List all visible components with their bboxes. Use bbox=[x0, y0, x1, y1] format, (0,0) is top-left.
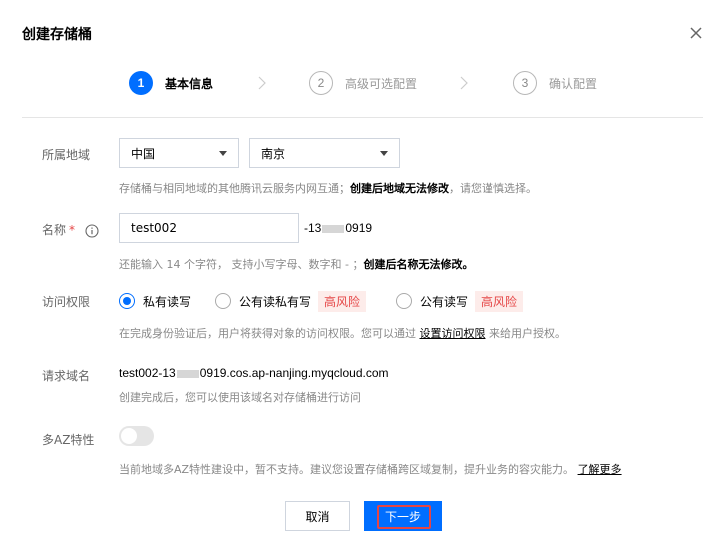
name-hint: 还能输入 14 个字符， 支持小写字母、数字和 - ；创建后名称无法修改。 bbox=[119, 256, 473, 272]
step-label: 基本信息 bbox=[165, 76, 214, 91]
close-icon[interactable] bbox=[687, 24, 705, 42]
step-1: 1 基本信息 bbox=[129, 70, 213, 96]
redaction-mask bbox=[322, 224, 345, 233]
radio-private-label: 私有读写 bbox=[143, 294, 192, 309]
chevron-right-icon bbox=[460, 76, 468, 90]
learn-more-link[interactable]: 了解更多 bbox=[578, 463, 622, 476]
chevron-right-icon bbox=[258, 76, 266, 90]
suffix-prefix: -13 bbox=[304, 221, 322, 235]
name-label-text: 名称 bbox=[42, 223, 67, 237]
access-hint-suffix: 来给用户授权。 bbox=[489, 327, 566, 340]
radio-public-read-label: 公有读私有写 bbox=[239, 294, 312, 309]
region-hint-bold: 创建后地域无法修改 bbox=[350, 182, 449, 195]
region-hint-suffix: ，请您谨慎选择。 bbox=[449, 182, 537, 195]
info-icon[interactable] bbox=[85, 223, 99, 238]
risk-badge: 高风险 bbox=[475, 290, 524, 312]
toggle-knob bbox=[121, 428, 137, 444]
risk-badge: 高风险 bbox=[318, 290, 367, 312]
redaction-mask bbox=[176, 369, 199, 378]
multi-az-toggle[interactable] bbox=[119, 426, 154, 446]
access-option-public-read[interactable]: 公有读私有写 高风险 bbox=[215, 290, 367, 312]
step-label: 高级可选配置 bbox=[345, 76, 418, 91]
next-step-button[interactable]: 下一步 bbox=[364, 501, 442, 531]
suffix-end: 0919 bbox=[345, 221, 373, 235]
radio-public-read-write-label: 公有读写 bbox=[420, 294, 469, 309]
step-number: 2 bbox=[309, 71, 333, 95]
name-hint-bold: 创建后名称无法修改。 bbox=[363, 258, 474, 271]
multi-az-label: 多AZ特性 bbox=[42, 433, 95, 447]
country-select[interactable]: 中国 bbox=[119, 138, 239, 168]
bucket-name-input[interactable]: test002 bbox=[119, 213, 299, 243]
caret-down-icon bbox=[219, 151, 227, 156]
radio-private[interactable] bbox=[119, 293, 135, 309]
step-number: 1 bbox=[129, 71, 153, 95]
domain-prefix: test002-13 bbox=[119, 366, 176, 380]
caret-down-icon bbox=[380, 151, 388, 156]
name-label: 名称 * bbox=[42, 221, 99, 238]
city-select[interactable]: 南京 bbox=[249, 138, 400, 168]
multi-az-hint-text: 当前地域多AZ特性建设中，暂不支持。建议您设置存储桶跨区域复制，提升业务的容灾能… bbox=[119, 463, 575, 476]
region-hint-text: 存储桶与相同地域的其他腾讯云服务内网互通； bbox=[119, 182, 350, 195]
step-indicator: 1 基本信息 2 高级可选配置 3 确认配置 bbox=[0, 70, 725, 96]
city-value: 南京 bbox=[261, 146, 286, 161]
required-mark: * bbox=[69, 223, 76, 237]
access-label: 访问权限 bbox=[42, 295, 91, 309]
step-number: 3 bbox=[513, 71, 537, 95]
region-label: 所属地域 bbox=[42, 148, 91, 162]
region-hint: 存储桶与相同地域的其他腾讯云服务内网互通；创建后地域无法修改，请您谨慎选择。 bbox=[119, 180, 537, 196]
highlight-box bbox=[377, 505, 431, 529]
bucket-name-value: test002 bbox=[131, 221, 177, 235]
step-label: 确认配置 bbox=[549, 76, 598, 91]
request-domain-value: test002-13 0919.cos.ap-nanjing.myqcloud.c… bbox=[119, 366, 389, 380]
set-access-link[interactable]: 设置访问权限 bbox=[420, 327, 486, 340]
domain-suffix: 0919.cos.ap-nanjing.myqcloud.com bbox=[199, 366, 389, 380]
appid-suffix: -13 0919 bbox=[304, 221, 372, 235]
step-3: 3 确认配置 bbox=[513, 70, 597, 96]
request-domain-label: 请求域名 bbox=[42, 369, 91, 383]
access-option-public-read-write[interactable]: 公有读写 高风险 bbox=[396, 290, 524, 312]
request-domain-hint: 创建完成后，您可以使用该域名对存储桶进行访问 bbox=[119, 391, 361, 404]
radio-public-read[interactable] bbox=[215, 293, 231, 309]
access-hint: 在完成身份验证后，用户将获得对象的访问权限。您可以通过 设置访问权限 来给用户授… bbox=[119, 325, 566, 341]
access-hint-text: 在完成身份验证后，用户将获得对象的访问权限。您可以通过 bbox=[119, 327, 416, 340]
name-hint-text: 还能输入 14 个字符， 支持小写字母、数字和 - ； bbox=[119, 258, 364, 271]
country-value: 中国 bbox=[131, 146, 156, 161]
cancel-button[interactable]: 取消 bbox=[285, 501, 350, 531]
header-divider bbox=[22, 117, 703, 118]
create-bucket-dialog: 创建存储桶 1 基本信息 2 高级可选配置 3 确认配置 所属地域 中国 南京 … bbox=[0, 0, 725, 558]
radio-public-read-write[interactable] bbox=[396, 293, 412, 309]
multi-az-hint: 当前地域多AZ特性建设中，暂不支持。建议您设置存储桶跨区域复制，提升业务的容灾能… bbox=[119, 461, 622, 477]
dialog-title: 创建存储桶 bbox=[22, 27, 92, 43]
step-2: 2 高级可选配置 bbox=[309, 70, 417, 96]
access-option-private[interactable]: 私有读写 bbox=[119, 291, 191, 311]
